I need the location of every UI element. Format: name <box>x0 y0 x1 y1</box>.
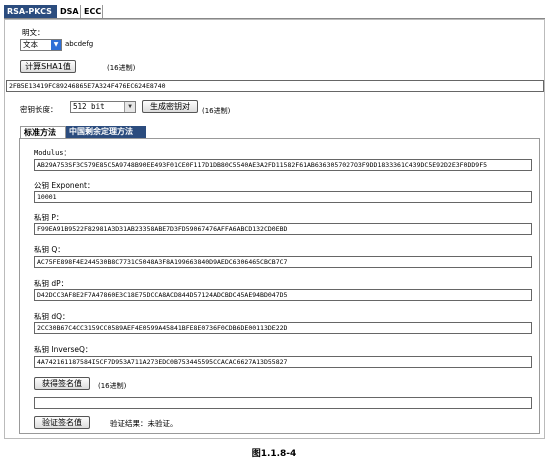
modulus-field[interactable]: AB29A753SF3C579E85C5A9748B90EE493F01CE0F… <box>34 159 532 171</box>
exponent-label: 公钥 Exponent： <box>34 181 95 190</box>
get-signature-button[interactable]: 获得签名值 <box>34 377 90 390</box>
plaintext-type-value: 文本 <box>23 40 38 49</box>
q-label: 私钥 Q： <box>34 245 65 254</box>
dq-field[interactable]: 2CC30B67C4CC3159CC0589AEF4E0599A45841BFE… <box>34 322 532 334</box>
q-field[interactable]: AC75FE898F4E244530B8C7731C5048A3F8A19966… <box>34 256 532 268</box>
inverseq-label: 私钥 InverseQ： <box>34 345 93 354</box>
signature-hint: (16进制) <box>98 382 127 390</box>
verify-signature-button[interactable]: 验证签名值 <box>34 416 90 429</box>
exponent-field[interactable]: 10001 <box>34 191 532 203</box>
dq-label: 私钥 dQ： <box>34 312 70 321</box>
dp-label: 私钥 dP： <box>34 279 69 288</box>
inverseq-field[interactable]: 4A742161187584I5CF7D953A711A273EDC0B7534… <box>34 356 532 368</box>
sha1-hint: (16进制) <box>107 64 136 72</box>
plaintext-type-select[interactable]: 文本 ▼ <box>20 39 62 51</box>
keylen-label: 密钥长度： <box>20 105 58 114</box>
keylen-hint: (16进制) <box>202 107 231 115</box>
plaintext-input[interactable]: abcdefg <box>65 40 93 48</box>
dp-field[interactable]: D42DCC3AF8E2F7A47860E3C18E75DCCA8ACD844D… <box>34 289 532 301</box>
tab-ecc[interactable]: ECC <box>81 5 103 18</box>
tab-dsa[interactable]: DSA <box>57 5 81 18</box>
p-field[interactable]: F99EA91B9522F82981A3D31AB23358ABE7D3FD59… <box>34 223 532 235</box>
verify-result: 验证结果：未验证。 <box>110 419 178 428</box>
signature-field[interactable] <box>34 397 532 409</box>
chevron-down-icon: ▼ <box>124 102 135 112</box>
tab-crt-method[interactable]: 中国剩余定理方法 <box>66 126 146 138</box>
tab-rsa-pkcs[interactable]: RSA-PKCS <box>4 5 57 18</box>
figure-caption: 图1.1.8-4 <box>251 449 297 459</box>
compute-sha1-button[interactable]: 计算SHA1值 <box>20 60 76 73</box>
p-label: 私钥 P： <box>34 213 64 222</box>
modulus-label: Modulus： <box>34 149 71 157</box>
keylen-select[interactable]: 512 bit ▼ <box>70 101 136 113</box>
tab-standard-method[interactable]: 标准方法 <box>20 126 66 138</box>
keylen-value: 512 bit <box>73 102 105 111</box>
plaintext-label: 明文： <box>22 28 45 37</box>
generate-keypair-button[interactable]: 生成密钥对 <box>142 100 198 113</box>
sha1-output[interactable]: 2FB5E13419FC89246865E7A324F476EC624E8740 <box>6 80 544 92</box>
chevron-down-icon: ▼ <box>51 40 61 50</box>
